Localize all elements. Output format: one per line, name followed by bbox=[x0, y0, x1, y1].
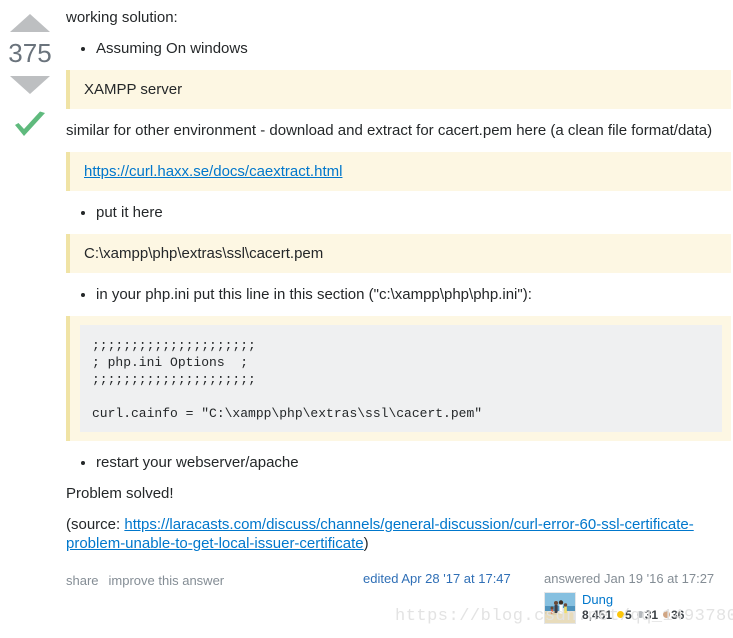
user-name-link[interactable]: Dung bbox=[582, 592, 684, 607]
share-link[interactable]: share bbox=[66, 573, 99, 588]
user-stats: 8,451 5 31 36 bbox=[582, 608, 684, 623]
bullet-list-4: restart your webserver/apache bbox=[66, 453, 731, 472]
blockquote-text: C:\xampp\php\extras\ssl\cacert.pem bbox=[84, 245, 324, 262]
bullet-list-2: put it here bbox=[66, 203, 731, 222]
gold-badge[interactable]: 5 bbox=[617, 608, 632, 623]
blockquote-cacert-path: C:\xampp\php\extras\ssl\cacert.pem bbox=[66, 234, 731, 273]
blockquote-xampp-server: XAMPP server bbox=[66, 70, 731, 109]
bronze-badge-count: 36 bbox=[671, 608, 685, 622]
upvote-icon[interactable] bbox=[10, 14, 50, 32]
bullet-list-3: in your php.ini put this line in this se… bbox=[66, 285, 731, 304]
blockquote-curl-link: https://curl.haxx.se/docs/caextract.html bbox=[66, 152, 731, 191]
accepted-answer-checkmark-icon bbox=[13, 111, 47, 139]
bronze-badge[interactable]: 36 bbox=[663, 608, 684, 623]
user-meta: Dung 8,451 5 31 36 bbox=[582, 592, 684, 624]
list-item: Assuming On windows bbox=[96, 39, 731, 58]
silver-badge-count: 31 bbox=[644, 608, 659, 622]
post-body: working solution: Assuming On windows XA… bbox=[60, 8, 733, 625]
vote-cell: 375 bbox=[0, 8, 60, 625]
bullet-list-1: Assuming On windows bbox=[66, 39, 731, 58]
gold-badge-dot-icon bbox=[617, 611, 625, 619]
improve-this-answer-link[interactable]: improve this answer bbox=[109, 573, 225, 588]
post-footer: share improve this answer edited Apr 28 '… bbox=[66, 571, 731, 625]
caextract-link[interactable]: https://curl.haxx.se/docs/caextract.html bbox=[84, 163, 342, 180]
user-avatar-beach-photo-icon[interactable] bbox=[544, 592, 576, 624]
answered-timestamp: answered Jan 19 '16 at 17:27 bbox=[544, 571, 715, 586]
blockquote-text: XAMPP server bbox=[84, 81, 183, 98]
user-reputation: 8,451 bbox=[582, 608, 613, 622]
list-item: restart your webserver/apache bbox=[96, 453, 731, 472]
vote-count: 375 bbox=[8, 38, 52, 68]
intro-text: working solution: bbox=[66, 9, 178, 26]
silver-badge-dot-icon bbox=[636, 611, 644, 619]
answer-signature: answered Jan 19 '16 at 17:27 Dung 8,451 … bbox=[544, 571, 733, 624]
answer-post: 375 working solution: Assuming On window… bbox=[0, 0, 733, 625]
code-block-phpini[interactable]: ;;;;;;;;;;;;;;;;;;;;; ; php.ini Options … bbox=[80, 325, 722, 432]
paragraph-source: (source: https://laracasts.com/discuss/c… bbox=[66, 515, 731, 553]
user-card[interactable]: Dung 8,451 5 31 36 bbox=[544, 592, 733, 624]
source-prefix: (source: bbox=[66, 516, 125, 533]
source-suffix: ) bbox=[363, 535, 369, 552]
blockquote-code-wrapper: ;;;;;;;;;;;;;;;;;;;;; ; php.ini Options … bbox=[66, 316, 731, 441]
list-item: in your php.ini put this line in this se… bbox=[96, 285, 731, 304]
edit-signature: edited Apr 28 '17 at 17:47 bbox=[363, 571, 538, 586]
edited-timestamp[interactable]: edited Apr 28 '17 at 17:47 bbox=[363, 571, 538, 586]
list-item: put it here bbox=[96, 203, 731, 222]
post-menu: share improve this answer bbox=[66, 571, 234, 588]
bronze-badge-dot-icon bbox=[663, 611, 671, 619]
paragraph-problem-solved: Problem solved! bbox=[66, 485, 174, 502]
silver-badge[interactable]: 31 bbox=[636, 608, 659, 623]
paragraph-similar-environment: similar for other environment - download… bbox=[66, 122, 713, 139]
gold-badge-count: 5 bbox=[625, 608, 632, 622]
laracasts-source-link[interactable]: https://laracasts.com/discuss/channels/g… bbox=[66, 516, 694, 552]
downvote-icon[interactable] bbox=[10, 76, 50, 94]
